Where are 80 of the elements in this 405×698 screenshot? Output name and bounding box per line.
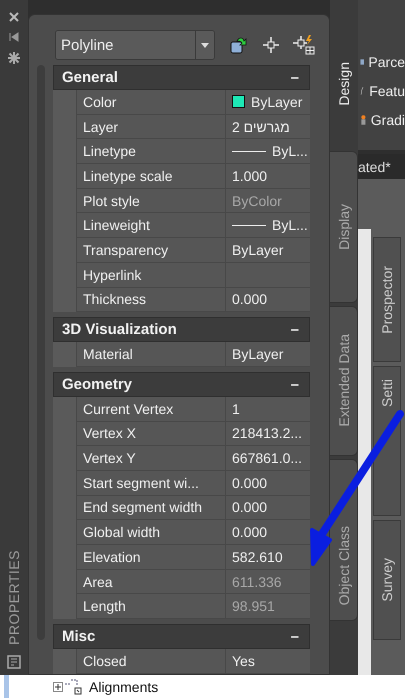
- group-title: Geometry: [62, 376, 132, 393]
- property-value[interactable]: ByLayer: [225, 342, 310, 367]
- property-value[interactable]: Yes: [225, 649, 310, 674]
- property-label: Material: [76, 342, 225, 367]
- side-tab[interactable]: Extended Data: [330, 306, 358, 456]
- property-label: Plot style: [76, 188, 225, 214]
- group-header[interactable]: General –: [53, 65, 310, 90]
- group-header[interactable]: Geometry –: [53, 372, 310, 397]
- group-title: Misc: [62, 628, 96, 646]
- property-label: Linetype: [76, 139, 225, 164]
- settings-icon[interactable]: [8, 52, 20, 64]
- property-label: End segment width: [76, 496, 225, 520]
- property-label: Start segment wi...: [76, 470, 225, 496]
- ribbon-tab[interactable]: Design: [336, 62, 352, 106]
- property-label: Layer: [76, 114, 225, 140]
- property-value[interactable]: 0.000: [225, 470, 310, 496]
- alignment-icon: [63, 678, 83, 696]
- collapse-toggle[interactable]: –: [290, 321, 299, 338]
- toolspace-tab[interactable]: Setti: [373, 366, 401, 516]
- property-label: Thickness: [76, 288, 225, 312]
- row-indent: [53, 649, 76, 674]
- object-type-dropdown[interactable]: Polyline: [55, 30, 215, 60]
- palette-title: PROPERTIES: [6, 550, 22, 645]
- caret-icon: [201, 42, 209, 48]
- ribbon-item[interactable]: Featu: [360, 83, 405, 99]
- collapse-toggle[interactable]: –: [290, 628, 299, 646]
- crosshair-icon[interactable]: [263, 37, 279, 53]
- property-value[interactable]: 0.000: [225, 496, 310, 520]
- row-indent: [53, 90, 76, 115]
- side-tab[interactable]: Object Class: [330, 458, 358, 621]
- tree-row[interactable]: Alignments: [0, 675, 405, 698]
- tree-guide-bar: [4, 675, 9, 698]
- pin-icon[interactable]: [9, 32, 19, 42]
- toolspace-tab[interactable]: Survey: [373, 520, 401, 640]
- collapse-toggle[interactable]: –: [290, 376, 299, 393]
- tree-item-label[interactable]: Alignments: [89, 678, 158, 694]
- group-header[interactable]: Misc –: [53, 624, 310, 650]
- property-value[interactable]: 0.000: [225, 288, 310, 312]
- line-icon: [232, 224, 266, 226]
- quick-select-icon[interactable]: [229, 35, 249, 55]
- property-value[interactable]: ByL...: [225, 139, 310, 164]
- ribbon-item[interactable]: Gradi: [360, 112, 405, 128]
- properties-icon[interactable]: [7, 655, 21, 669]
- property-label: Color: [76, 90, 225, 115]
- property-label: Global width: [76, 520, 225, 545]
- toolspace-tab[interactable]: Prospector: [373, 237, 401, 362]
- property-label: Current Vertex: [76, 396, 225, 422]
- close-icon[interactable]: [9, 12, 19, 22]
- expand-icon[interactable]: [53, 682, 63, 692]
- property-value[interactable]: 218413.2...: [225, 422, 310, 446]
- property-label: Closed: [76, 649, 225, 674]
- property-label: Lineweight: [76, 213, 225, 238]
- collapse-toggle[interactable]: –: [290, 69, 299, 86]
- property-label: Linetype scale: [76, 164, 225, 189]
- property-value[interactable]: 667861.0...: [225, 446, 310, 471]
- property-label: Area: [76, 570, 225, 594]
- property-value[interactable]: ByLayer: [225, 238, 310, 263]
- row-indent: [53, 396, 76, 422]
- property-value[interactable]: מגרשים 2: [225, 114, 310, 140]
- property-label: Transparency: [76, 238, 225, 263]
- line-icon: [232, 150, 266, 152]
- document-tab[interactable]: ated*: [358, 154, 405, 179]
- ribbon-item[interactable]: Parce: [360, 54, 405, 70]
- row-indent: [53, 342, 76, 367]
- property-label: Hyperlink: [76, 262, 225, 288]
- property-label: Length: [76, 594, 225, 620]
- property-value[interactable]: ByLayer: [225, 90, 310, 115]
- property-value[interactable]: ByL...: [225, 213, 310, 238]
- group-title: General: [62, 69, 118, 86]
- group-title: 3D Visualization: [62, 321, 177, 338]
- property-value[interactable]: 1: [225, 396, 310, 422]
- select-objects-icon[interactable]: [293, 35, 315, 55]
- property-value[interactable]: 582.610: [225, 545, 310, 570]
- property-value[interactable]: 1.000: [225, 164, 310, 189]
- property-label: Vertex X: [76, 422, 225, 446]
- property-value[interactable]: 0.000: [225, 520, 310, 545]
- group-header[interactable]: 3D Visualization –: [53, 317, 310, 342]
- property-label: Elevation: [76, 545, 225, 570]
- side-tab[interactable]: Display: [330, 150, 358, 303]
- property-label: Vertex Y: [76, 446, 225, 471]
